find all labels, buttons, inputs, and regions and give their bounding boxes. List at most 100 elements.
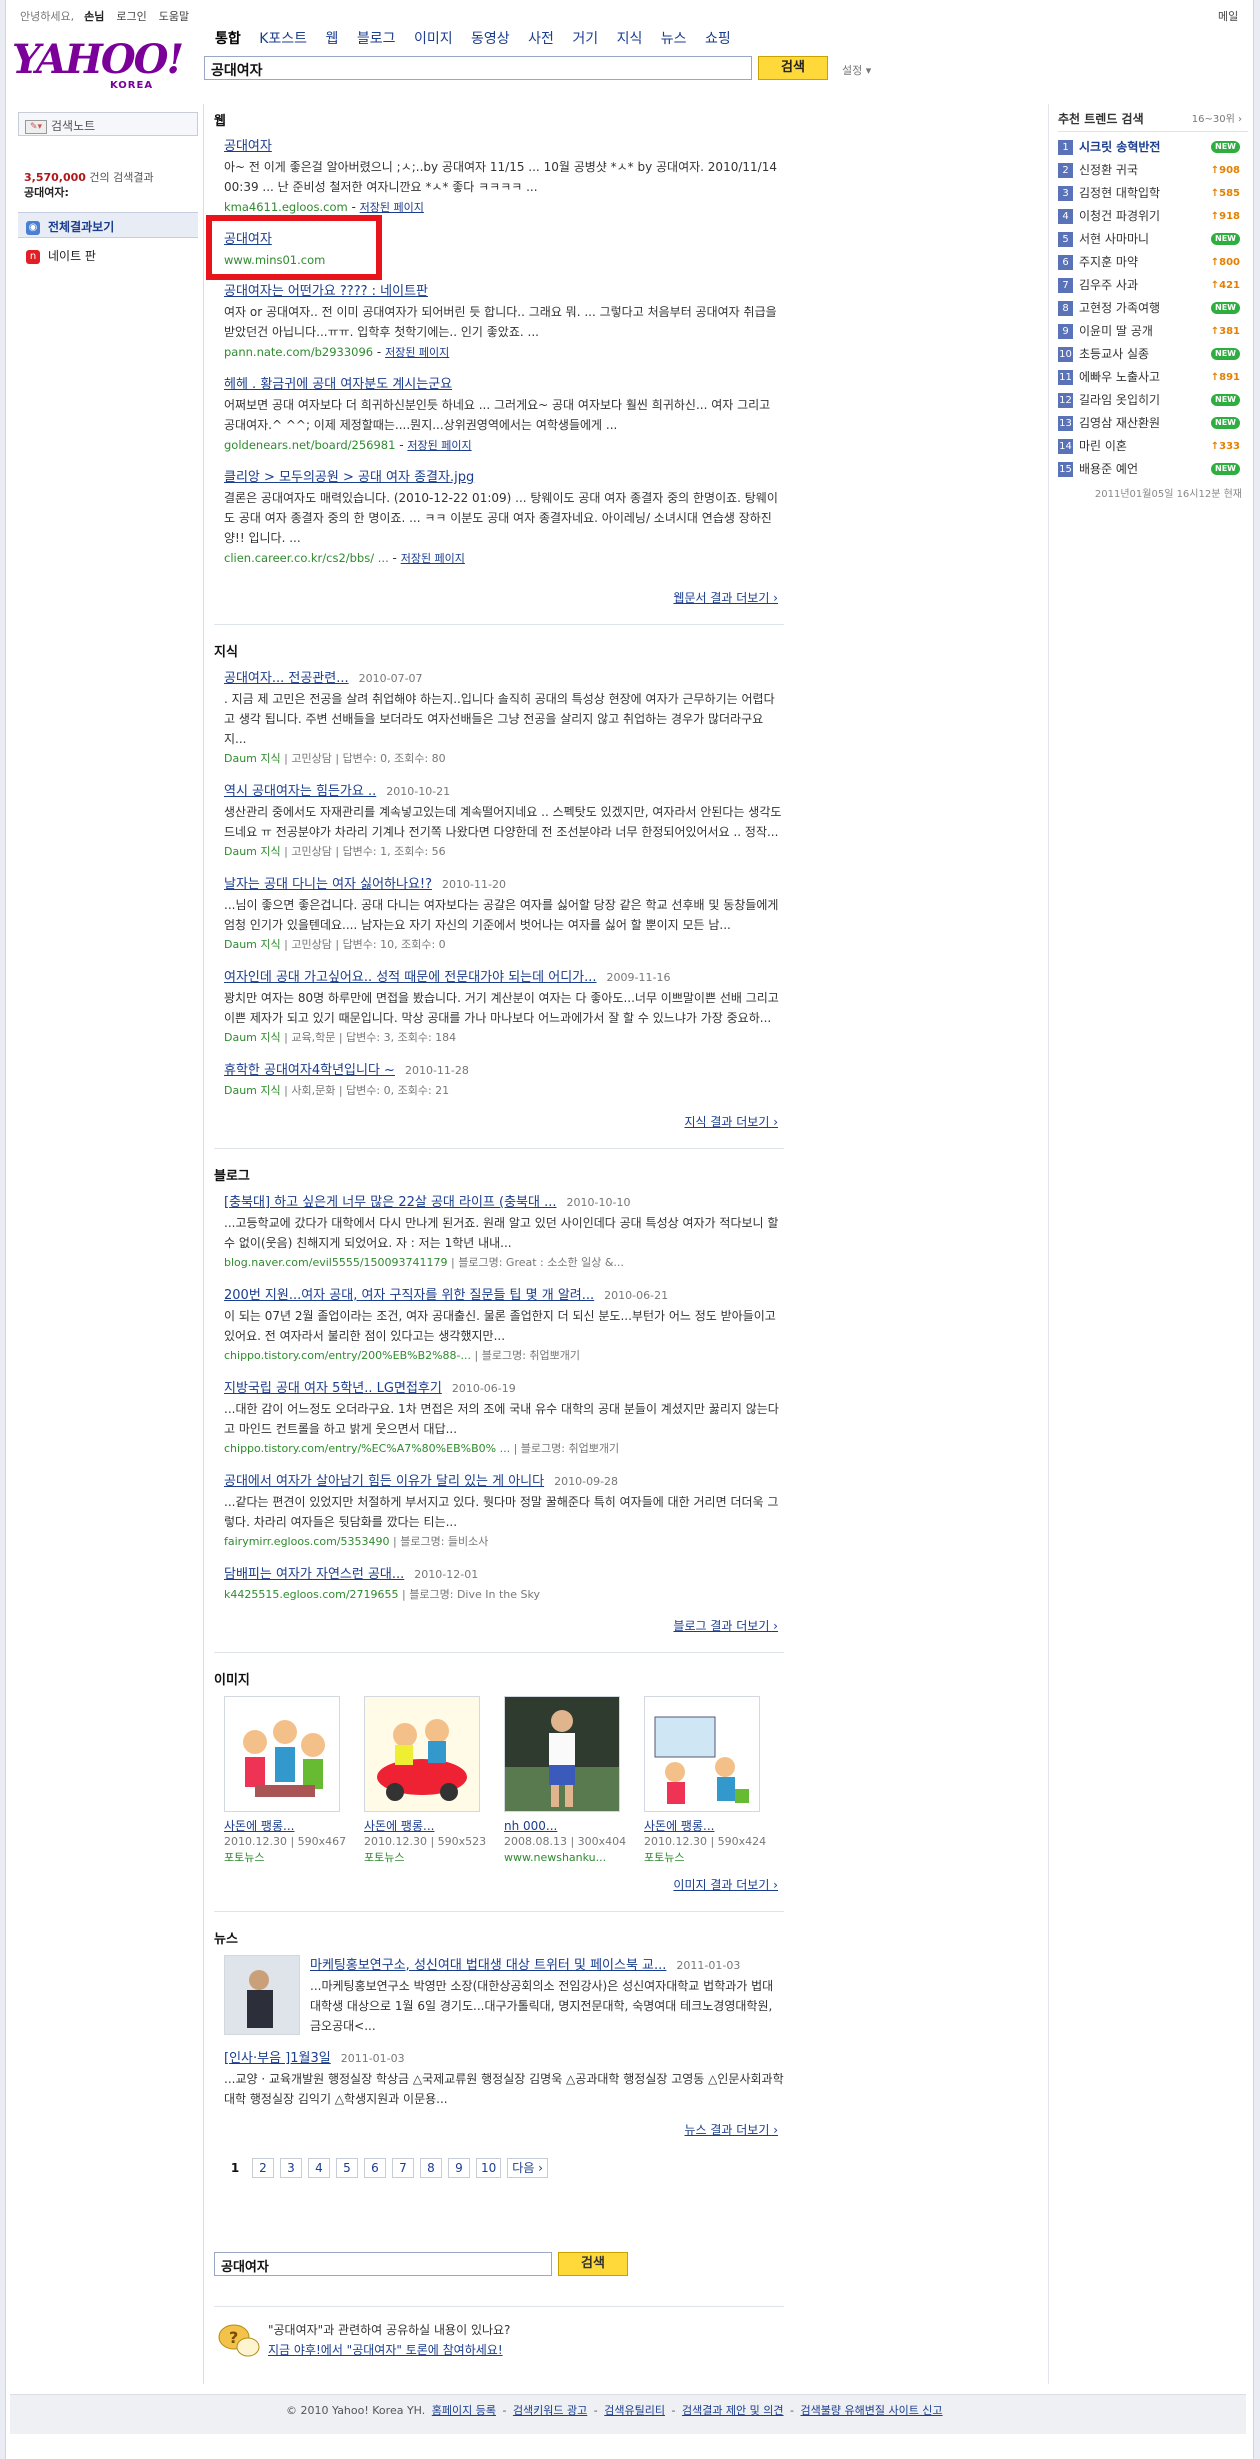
tab-local[interactable]: 거기 (572, 31, 598, 47)
yahoo-korea-logo[interactable]: YAHOO! KOREA (12, 40, 192, 92)
page-link[interactable]: 5 (336, 2158, 358, 2178)
page-link[interactable]: 9 (448, 2158, 470, 2178)
help-link[interactable]: 도움말 (159, 10, 189, 23)
result-title-link[interactable]: 마케팅홍보연구소, 성신여대 법대생 대상 트위터 및 페이스북 교... (310, 1958, 666, 1973)
page-link[interactable]: 8 (420, 2158, 442, 2178)
page-link[interactable]: 2 (252, 2158, 274, 2178)
footer-link[interactable]: 검색유틸리티 (604, 2404, 665, 2417)
tab-shopping[interactable]: 쇼핑 (705, 31, 731, 47)
user-name: 손님 (84, 10, 105, 23)
trend-item[interactable]: 5 서현 사마마니 NEW (1058, 228, 1248, 251)
trend-item[interactable]: 7 김우주 사과 ↑421 (1058, 274, 1248, 297)
search-button[interactable]: 검색 (758, 56, 828, 80)
bottom-search-button[interactable]: 검색 (558, 2252, 628, 2276)
login-link[interactable]: 로그인 (116, 10, 146, 23)
trend-item[interactable]: 4 이청건 파경위기 ↑918 (1058, 205, 1248, 228)
page-link[interactable]: 7 (392, 2158, 414, 2178)
trend-item[interactable]: 13 김영삼 재산환원 NEW (1058, 412, 1248, 435)
result-title-link[interactable]: 200번 지원...여자 공대, 여자 구직자를 위한 질문들 팁 몇 개 알려… (224, 1288, 594, 1303)
tab-blog[interactable]: 블로그 (357, 31, 396, 47)
divider (214, 1652, 784, 1653)
tab-kpost[interactable]: K포스트 (259, 31, 307, 47)
result-title-link[interactable]: 헤헤 . 황금귀에 공대 여자분도 계시는군요 (224, 375, 784, 395)
page-link[interactable]: 10 (476, 2158, 502, 2178)
footer-link[interactable]: 홈페이지 등록 (432, 2404, 496, 2417)
cached-page-link[interactable]: 저장된 페이지 (360, 201, 424, 214)
trend-item[interactable]: 1 시크릿 송혁반전 NEW (1058, 136, 1248, 159)
tab-image[interactable]: 이미지 (414, 31, 453, 47)
search-notebook-button[interactable]: ✎▾ 검색노트 (18, 112, 198, 136)
footer-link[interactable]: 검색결과 제안 및 의견 (682, 2404, 784, 2417)
image-thumbnail[interactable] (644, 1696, 760, 1812)
trend-item[interactable]: 3 김정현 대학입학 ↑585 (1058, 182, 1248, 205)
trend-item[interactable]: 10 초등교사 실종 NEW (1058, 343, 1248, 366)
result-title-link[interactable]: 공대여자... 전공관련... (224, 671, 349, 686)
cached-page-link[interactable]: 저장된 페이지 (385, 346, 449, 359)
trend-range-link[interactable]: 16~30위 › (1192, 110, 1242, 125)
trend-rank: 9 (1058, 324, 1073, 339)
tab-knowledge[interactable]: 지식 (617, 31, 643, 47)
result-title-link[interactable]: 공대에서 여자가 살아남기 힘든 이유가 달리 있는 게 아니다 (224, 1474, 544, 1489)
sidebar-item-all-results[interactable]: ◉ 전체결과보기 (18, 212, 198, 238)
more-knowledge-results-link[interactable]: 지식 결과 더보기 › (214, 1113, 778, 1130)
result-title-link[interactable]: 클리앙 > 모두의공원 > 공대 여자 종결자.jpg (224, 468, 784, 488)
tab-dictionary[interactable]: 사전 (528, 31, 554, 47)
more-image-results-link[interactable]: 이미지 결과 더보기 › (214, 1876, 778, 1893)
news-thumbnail[interactable] (224, 1955, 300, 2035)
trend-item[interactable]: 12 길라임 옷입히기 NEW (1058, 389, 1248, 412)
logo-subtext: KOREA (110, 80, 154, 91)
knowledge-results: 공대여자... 전공관련... 2010-07-07 . 지금 제 고민은 전공을… (214, 668, 784, 1101)
result-title-link[interactable]: 날자는 공대 다니는 여자 싫어하나요!? (224, 877, 432, 892)
result-title-link[interactable]: [충북대] 하고 싶은게 너무 많은 22살 공대 라이프 (충북대 ... (224, 1195, 557, 1210)
image-caption-link[interactable]: 사돈에 팽롱... (224, 1818, 364, 1834)
settings-dropdown[interactable]: 설정 ▾ (842, 62, 871, 78)
trend-item[interactable]: 15 배용준 예언 NEW (1058, 458, 1248, 481)
trend-item[interactable]: 11 에빠우 노출사고 ↑891 (1058, 366, 1248, 389)
footer-link[interactable]: 검색불량 유해변질 사이트 신고 (801, 2404, 943, 2417)
image-thumbnail[interactable] (364, 1696, 480, 1812)
tab-news[interactable]: 뉴스 (661, 31, 687, 47)
image-caption-link[interactable]: 사돈에 팽롱... (364, 1818, 504, 1834)
image-thumbnail[interactable] (224, 1696, 340, 1812)
image-caption-link[interactable]: nh 000... (504, 1818, 644, 1834)
cached-page-link[interactable]: 저장된 페이지 (407, 439, 471, 452)
result-title-link[interactable]: 여자인데 공대 가고싶어요.. 성적 때문에 전문대가야 되는데 어디가... (224, 970, 597, 985)
next-page-button[interactable]: 다음 › (507, 2158, 548, 2178)
result-title-link[interactable]: 공대여자는 어떤가요 ???? : 네이트판 (224, 282, 784, 302)
result-title-link[interactable]: 담배피는 여자가 자연스런 공대... (224, 1567, 404, 1582)
page-link[interactable]: 3 (280, 2158, 302, 2178)
page-link[interactable]: 4 (308, 2158, 330, 2178)
trend-list: 1 시크릿 송혁반전 NEW 2 신정환 귀국 ↑908 3 김정현 대학입학 ↑585 4… (1058, 136, 1248, 481)
trend-item[interactable]: 14 마린 이혼 ↑333 (1058, 435, 1248, 458)
join-discussion-link[interactable]: 지금 야후!에서 "공대여자" 토론에 참여하세요! (268, 2341, 503, 2358)
bottom-search-input[interactable]: 공대여자 (214, 2252, 552, 2276)
trend-item[interactable]: 9 이윤미 딸 공개 ↑381 (1058, 320, 1248, 343)
trend-change: NEW (1211, 463, 1240, 475)
section-title-images: 이미지 (214, 1673, 250, 1688)
page-link[interactable]: 6 (364, 2158, 386, 2178)
image-caption-link[interactable]: 사돈에 팽롱... (644, 1818, 784, 1834)
result-title-link[interactable]: 휴학한 공대여자4학년입니다 ~ (224, 1063, 395, 1078)
result-title-link[interactable]: 지방국립 공대 여자 5학년.. LG면접후기 (224, 1381, 442, 1396)
trend-item[interactable]: 2 신정환 귀국 ↑908 (1058, 159, 1248, 182)
more-web-results-link[interactable]: 웹문서 결과 더보기 › (214, 589, 778, 606)
trend-item[interactable]: 8 고현정 가족여행 NEW (1058, 297, 1248, 320)
image-thumbnail[interactable] (504, 1696, 620, 1812)
cached-page-link[interactable]: 저장된 페이지 (401, 552, 465, 565)
result-title-link[interactable]: 역시 공대여자는 힘든가요 .. (224, 784, 376, 799)
footer-link[interactable]: 검색키워드 광고 (513, 2404, 587, 2417)
tab-web[interactable]: 웹 (326, 31, 339, 47)
tab-video[interactable]: 동영상 (471, 31, 510, 47)
search-input[interactable]: 공대여자 (204, 56, 752, 80)
trend-rank: 10 (1058, 347, 1073, 362)
web-result: 클리앙 > 모두의공원 > 공대 여자 종결자.jpg 결론은 공대여자도 매력… (224, 468, 784, 569)
blog-results: [충북대] 하고 싶은게 너무 많은 22살 공대 라이프 (충북대 ... 20… (214, 1192, 784, 1605)
mail-link[interactable]: 메일 (1218, 8, 1238, 24)
tab-integrated[interactable]: 통합 (215, 31, 241, 47)
result-title-link[interactable]: [인사·부음 ]1월3일 (224, 2051, 331, 2066)
sidebar-item-nate-pann[interactable]: n 네이트 판 (18, 242, 198, 268)
result-title-link[interactable]: 공대여자 (224, 137, 784, 157)
more-news-results-link[interactable]: 뉴스 결과 더보기 › (214, 2121, 778, 2138)
trend-item[interactable]: 6 주지훈 마약 ↑800 (1058, 251, 1248, 274)
more-blog-results-link[interactable]: 블로그 결과 더보기 › (214, 1617, 778, 1634)
